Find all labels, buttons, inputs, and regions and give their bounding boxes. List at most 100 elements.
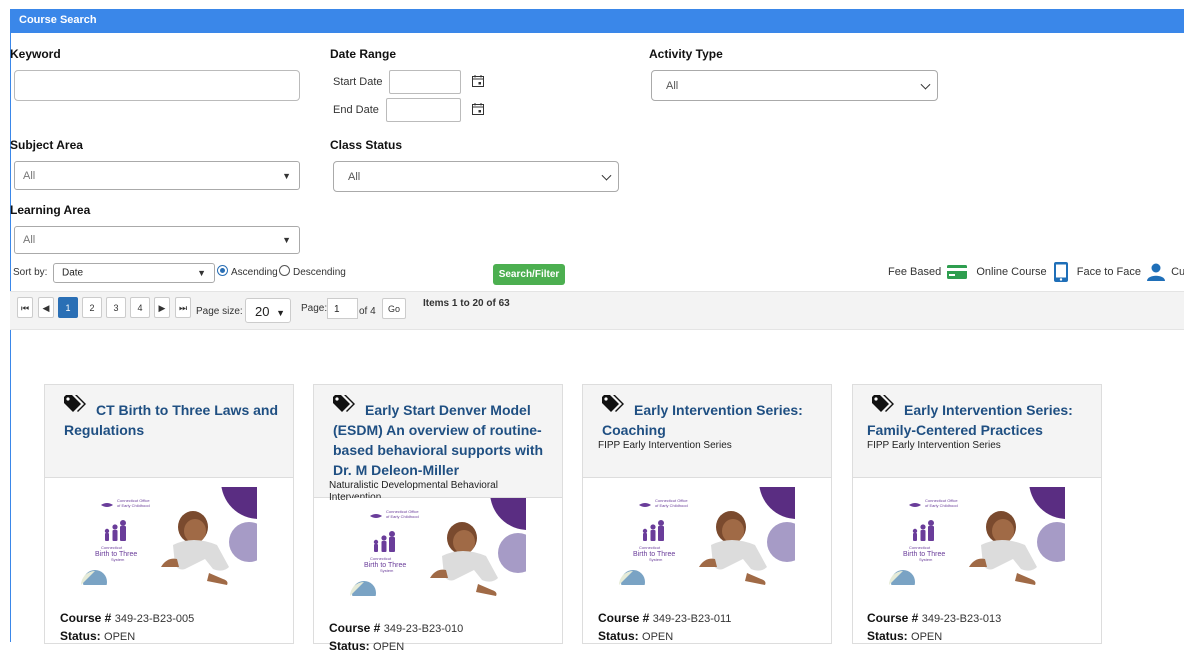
sort-by-select[interactable]: Date ▼ bbox=[53, 263, 215, 283]
course-title[interactable]: CT Birth to Three Laws and Regulations bbox=[64, 400, 279, 440]
start-date-input[interactable] bbox=[389, 70, 461, 94]
page-button-3[interactable]: 3 bbox=[106, 297, 126, 318]
course-subtitle: FIPP Early Intervention Series bbox=[867, 440, 1001, 451]
person-icon bbox=[1147, 263, 1166, 281]
page-label: Page: bbox=[301, 303, 328, 314]
keyword-input[interactable] bbox=[14, 70, 300, 101]
org-name-line2: of Early Childhood bbox=[117, 503, 150, 508]
dropdown-arrow-icon: ▼ bbox=[282, 170, 291, 181]
ascending-radio[interactable] bbox=[217, 265, 228, 276]
go-button[interactable]: Go bbox=[382, 298, 406, 319]
end-date-label: End Date bbox=[333, 104, 379, 116]
org-name-line2: of Early Childhood bbox=[925, 503, 958, 508]
page-of-label: of 4 bbox=[359, 306, 376, 317]
chevron-down-icon bbox=[920, 79, 931, 90]
logo-line1: Connecticut bbox=[370, 556, 392, 561]
radio-selected-dot bbox=[220, 268, 225, 273]
course-status-value: OPEN bbox=[104, 631, 136, 643]
keyword-label: Keyword bbox=[10, 47, 61, 61]
birth-to-three-image: Connecticut Office of Early Childhood Co… bbox=[350, 498, 526, 596]
course-status-value: OPEN bbox=[642, 631, 674, 643]
end-date-calendar-icon[interactable] bbox=[471, 102, 485, 116]
course-number: Course # 349-23-B23-011 bbox=[598, 611, 731, 625]
legend: Fee Based Online Course Face to Face Cur… bbox=[888, 262, 1184, 282]
birth-to-three-image: Connecticut Office of Early Childhood Co… bbox=[889, 487, 1065, 585]
course-number: Course # 349-23-B23-013 bbox=[867, 611, 1001, 625]
birth-to-three-image: Connecticut Office of Early Childhood Co… bbox=[81, 487, 257, 585]
dropdown-arrow-icon: ▼ bbox=[276, 308, 286, 318]
start-date-calendar-icon[interactable] bbox=[471, 74, 485, 88]
credit-card-icon bbox=[947, 265, 968, 279]
dropdown-arrow-icon: ▼ bbox=[197, 268, 206, 278]
course-status-label: Status: bbox=[598, 629, 639, 643]
end-date-input[interactable] bbox=[386, 98, 461, 122]
logo-line3: System bbox=[649, 557, 663, 562]
sort-by-label: Sort by: bbox=[13, 267, 48, 278]
date-range-label: Date Range bbox=[330, 47, 397, 61]
page-size-select[interactable]: 20 ▼ bbox=[245, 298, 291, 323]
course-status-label: Status: bbox=[60, 629, 101, 643]
class-status-select[interactable]: All bbox=[333, 161, 619, 192]
legend-face-to-face-label: Face to Face bbox=[1076, 266, 1141, 278]
activity-type-select[interactable]: All bbox=[651, 70, 938, 101]
legend-fee-based-label: Fee Based bbox=[888, 266, 942, 278]
activity-type-value: All bbox=[666, 79, 679, 92]
first-page-icon[interactable]: ⏮ bbox=[17, 297, 33, 318]
course-card[interactable]: Early Start Denver Model (ESDM) An overv… bbox=[313, 384, 563, 653]
learning-area-value: All bbox=[23, 234, 36, 246]
page-size-value: 20 bbox=[255, 304, 270, 319]
class-status-value: All bbox=[348, 170, 361, 183]
course-status: Status: OPEN bbox=[329, 639, 404, 653]
course-status-value: OPEN bbox=[373, 641, 405, 653]
next-page-icon[interactable]: ▶ bbox=[154, 297, 170, 318]
course-status-label: Status: bbox=[329, 639, 370, 653]
page-button-4[interactable]: 4 bbox=[130, 297, 150, 318]
subject-area-select[interactable]: All ▼ bbox=[14, 161, 300, 190]
activity-type-label: Activity Type bbox=[649, 47, 723, 61]
course-card[interactable]: Early Intervention Series: Coaching FIPP… bbox=[582, 384, 832, 644]
course-number: Course # 349-23-B23-010 bbox=[329, 621, 463, 635]
logo-line1: Connecticut bbox=[101, 545, 123, 550]
pager-bar: ⏮ ◀ 1 2 3 4 ▶ ⏭ Page size: 20 ▼ Page: 1 … bbox=[10, 291, 1184, 330]
course-card[interactable]: Early Intervention Series: Family-Center… bbox=[852, 384, 1102, 644]
course-subtitle: FIPP Early Intervention Series bbox=[598, 440, 732, 451]
descending-radio[interactable] bbox=[279, 265, 290, 276]
course-number-label: Course # bbox=[867, 611, 919, 625]
org-name-line2: of Early Childhood bbox=[386, 514, 419, 519]
page-button-1[interactable]: 1 bbox=[58, 297, 78, 318]
ascending-label: Ascending bbox=[231, 267, 278, 278]
logo-line1: Connecticut bbox=[639, 545, 661, 550]
course-search-header: Course Search bbox=[10, 9, 1184, 33]
page-size-label: Page size: bbox=[196, 306, 243, 317]
learning-area-select[interactable]: All ▼ bbox=[14, 226, 300, 254]
org-name-line2: of Early Childhood bbox=[655, 503, 688, 508]
course-number-value: 349-23-B23-005 bbox=[114, 613, 195, 625]
items-count: Items 1 to 20 of 63 bbox=[423, 298, 510, 309]
chevron-down-icon bbox=[601, 170, 612, 181]
course-status: Status: OPEN bbox=[60, 629, 135, 643]
course-title[interactable]: Early Intervention Series: Family-Center… bbox=[867, 400, 1092, 440]
logo-line3: System bbox=[380, 568, 394, 573]
header-title: Course Search bbox=[19, 14, 97, 26]
course-number-label: Course # bbox=[60, 611, 112, 625]
legend-current-label: Curre bbox=[1171, 266, 1184, 278]
page-number-input[interactable]: 1 bbox=[327, 298, 358, 319]
subject-area-label: Subject Area bbox=[10, 138, 83, 152]
legend-online-course-label: Online Course bbox=[976, 266, 1047, 278]
course-status-label: Status: bbox=[867, 629, 908, 643]
course-status: Status: OPEN bbox=[867, 629, 942, 643]
course-number-value: 349-23-B23-011 bbox=[652, 613, 732, 625]
course-title[interactable]: Early Intervention Series: Coaching bbox=[602, 400, 827, 440]
course-number-label: Course # bbox=[598, 611, 650, 625]
course-number-label: Course # bbox=[329, 621, 381, 635]
course-title[interactable]: Early Start Denver Model (ESDM) An overv… bbox=[333, 400, 558, 480]
course-number-value: 349-23-B23-010 bbox=[383, 623, 464, 635]
course-status-value: OPEN bbox=[911, 631, 943, 643]
learning-area-label: Learning Area bbox=[10, 203, 91, 217]
descending-label: Descending bbox=[293, 267, 346, 278]
page-button-2[interactable]: 2 bbox=[82, 297, 102, 318]
course-card[interactable]: CT Birth to Three Laws and Regulations C… bbox=[44, 384, 294, 644]
prev-page-icon[interactable]: ◀ bbox=[38, 297, 54, 318]
last-page-icon[interactable]: ⏭ bbox=[175, 297, 191, 318]
search-filter-button[interactable]: Search/Filter bbox=[493, 264, 565, 285]
